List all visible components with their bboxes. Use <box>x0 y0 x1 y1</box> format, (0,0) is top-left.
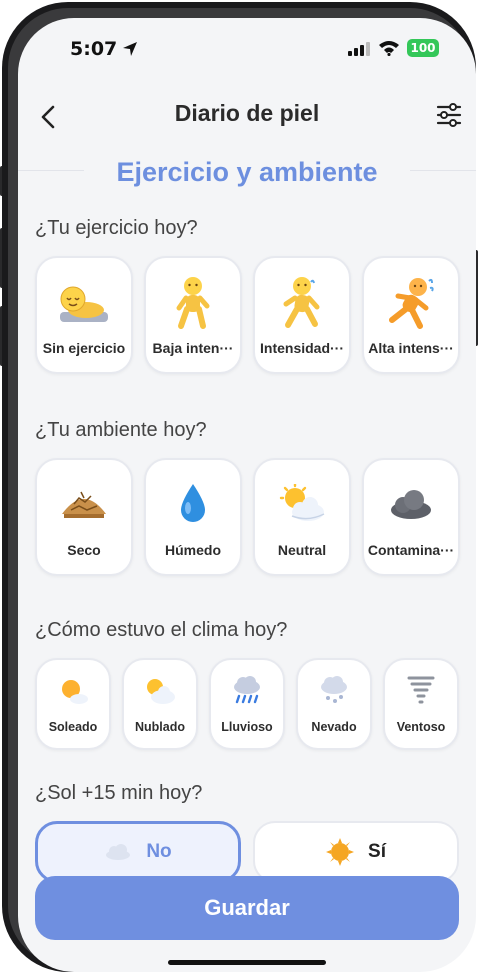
person-walking-fast-icon <box>283 277 320 328</box>
section-title: Ejercicio y ambiente <box>116 157 378 187</box>
exercise-option-none[interactable]: Sin ejercicio <box>35 256 133 374</box>
exercise-option-high[interactable]: Alta intens··· <box>362 256 460 374</box>
sun-question: ¿Sol +15 min hoy? <box>35 782 203 804</box>
phone-bezel: 5:07 100 Diario de piel Ejercicio y ambi… <box>8 8 476 972</box>
dry-ground-icon <box>62 491 106 518</box>
option-label: Baja inten··· <box>152 340 234 356</box>
option-label: Nublado <box>135 720 185 734</box>
environment-option-dry[interactable]: Seco <box>35 458 133 576</box>
snow-cloud-icon <box>321 676 347 703</box>
person-lying-icon <box>60 286 108 322</box>
option-label: Contamina··· <box>367 542 455 558</box>
rain-cloud-icon <box>234 676 260 704</box>
person-running-icon <box>389 278 434 329</box>
app-screen: 5:07 100 Diario de piel Ejercicio y ambi… <box>18 18 476 972</box>
option-label: Lluvioso <box>221 720 273 734</box>
home-indicator <box>168 960 326 965</box>
weather-option-rainy[interactable]: Lluvioso <box>209 658 285 750</box>
exercise-option-medium[interactable]: Intensidad··· <box>253 256 351 374</box>
settings-sliders-icon[interactable] <box>434 100 464 130</box>
weather-option-windy[interactable]: Ventoso <box>383 658 459 750</box>
weather-option-snowy[interactable]: Nevado <box>296 658 372 750</box>
cloud-icon <box>106 844 131 860</box>
option-label: Seco <box>67 542 101 558</box>
environment-question: ¿Tu ambiente hoy? <box>35 419 207 441</box>
sun-small-cloud-icon <box>62 680 88 704</box>
exercise-option-low[interactable]: Baja inten··· <box>144 256 242 374</box>
option-label: Alta intens··· <box>368 340 454 356</box>
sun-yes-button[interactable]: Sí <box>253 821 459 883</box>
status-time: 5:07 <box>70 38 118 60</box>
exercise-question: ¿Tu ejercicio hoy? <box>35 217 198 239</box>
page-title: Diario de piel <box>174 100 320 126</box>
option-label: Intensidad··· <box>260 340 344 356</box>
dark-cloud-icon <box>391 490 431 519</box>
option-label: Neutral <box>277 542 327 558</box>
environment-option-humid[interactable]: Húmedo <box>144 458 242 576</box>
location-arrow-icon <box>123 42 137 56</box>
environment-option-polluted[interactable]: Contamina··· <box>362 458 460 576</box>
option-label: Sin ejercicio <box>42 340 126 356</box>
option-label: Nevado <box>311 720 357 734</box>
weather-option-cloudy[interactable]: Nublado <box>122 658 198 750</box>
tornado-icon <box>407 676 435 704</box>
sun-behind-cloud-icon <box>147 679 175 704</box>
water-drop-icon <box>181 484 205 522</box>
cellular-signal-icon <box>348 42 370 56</box>
wifi-icon <box>379 41 399 56</box>
environment-option-neutral[interactable]: Neutral <box>253 458 351 576</box>
person-walking-icon <box>176 277 210 329</box>
sun-yes-label: Sí <box>368 841 386 862</box>
battery-indicator: 100 <box>407 39 439 57</box>
option-label: Ventoso <box>396 720 446 734</box>
weather-option-sunny[interactable]: Soleado <box>35 658 111 750</box>
option-label: Húmedo <box>165 542 221 558</box>
phone-frame: 5:07 100 Diario de piel Ejercicio y ambi… <box>2 2 476 972</box>
save-button[interactable]: Guardar <box>35 876 459 940</box>
sun-icon <box>326 838 355 866</box>
weather-question: ¿Cómo estuvo el clima hoy? <box>35 619 288 641</box>
sun-no-label: No <box>146 841 172 862</box>
option-label: Soleado <box>48 720 98 734</box>
sun-behind-cloud-icon <box>279 484 325 521</box>
sun-no-button[interactable]: No <box>35 821 241 883</box>
